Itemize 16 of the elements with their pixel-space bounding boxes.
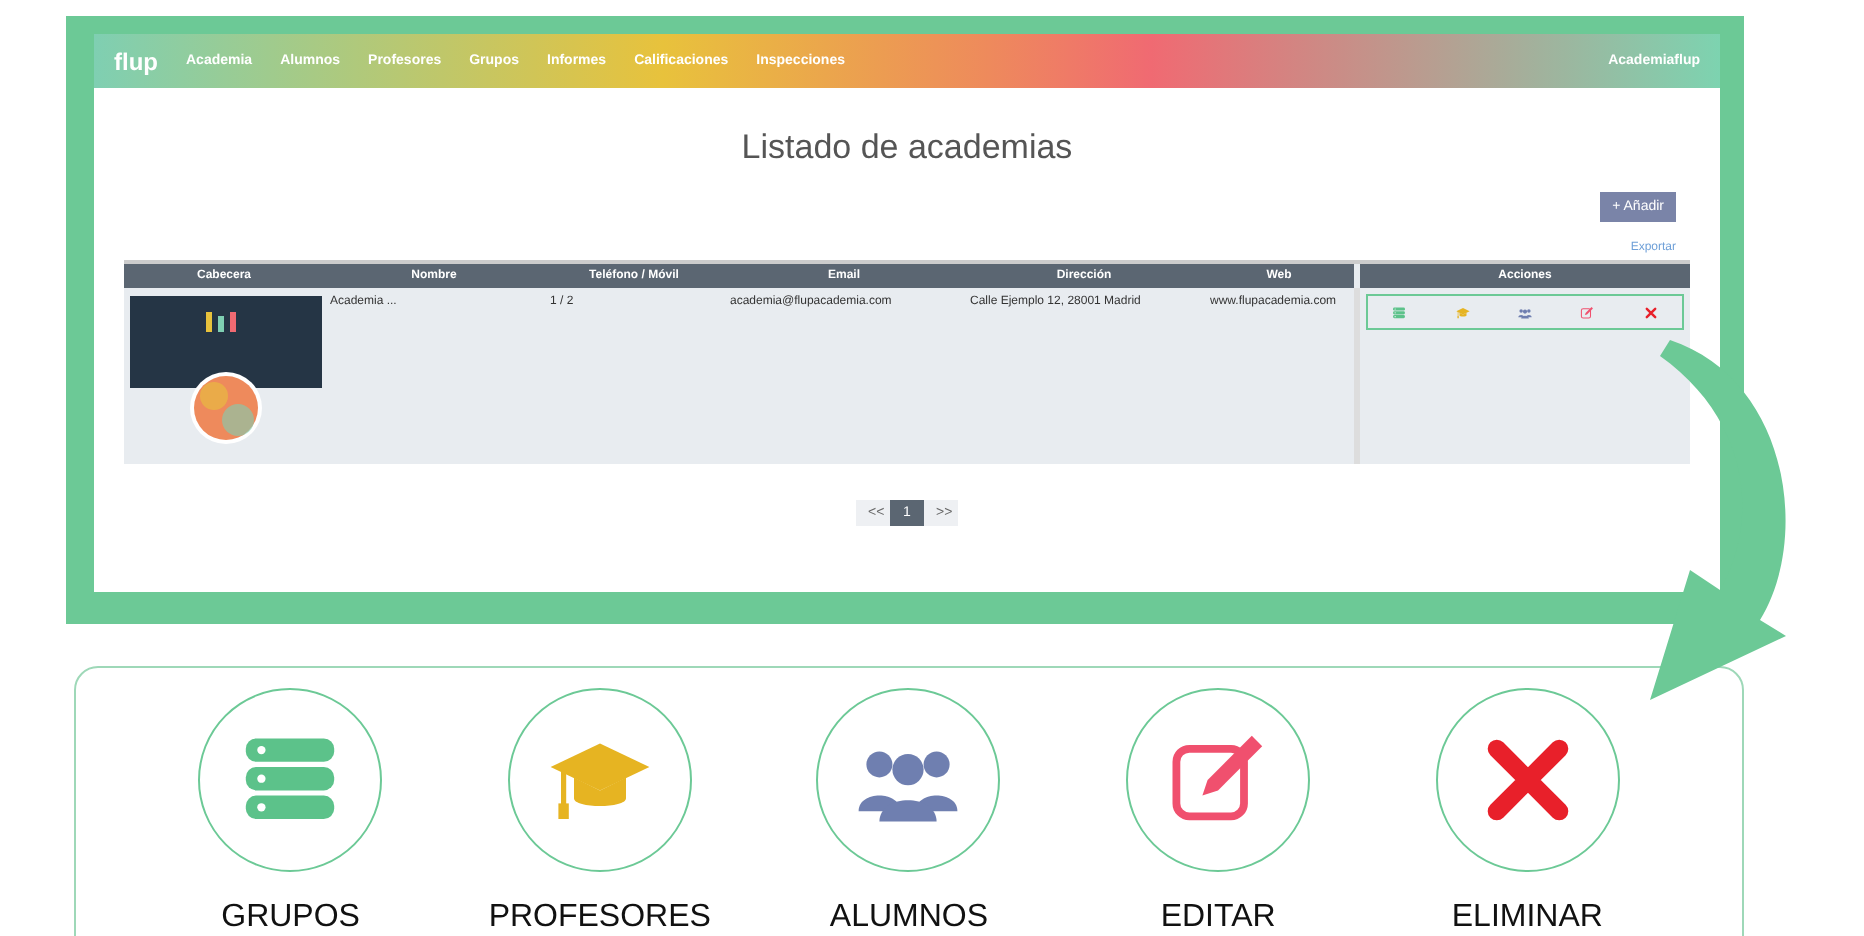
action-label: GRUPOS <box>221 900 360 936</box>
people-icon <box>1517 305 1532 319</box>
action-label: ALUMNOS <box>829 900 989 936</box>
action-label: EDITAR <box>1160 900 1276 936</box>
action-button[interactable] <box>1580 305 1595 319</box>
edit-icon <box>1580 305 1595 319</box>
action-button[interactable] <box>1392 305 1407 319</box>
action-button[interactable] <box>1643 305 1658 319</box>
action-label: ELIMINAR <box>1451 900 1603 936</box>
server-icon <box>1392 305 1407 319</box>
close-icon <box>1643 305 1658 319</box>
action-label: PROFESORES <box>488 900 711 936</box>
action-button[interactable] <box>1517 305 1532 319</box>
page-title: Listado de academias <box>739 128 1075 168</box>
logo[interactable]: flup <box>114 47 158 75</box>
graduation-cap-icon <box>1455 305 1470 319</box>
